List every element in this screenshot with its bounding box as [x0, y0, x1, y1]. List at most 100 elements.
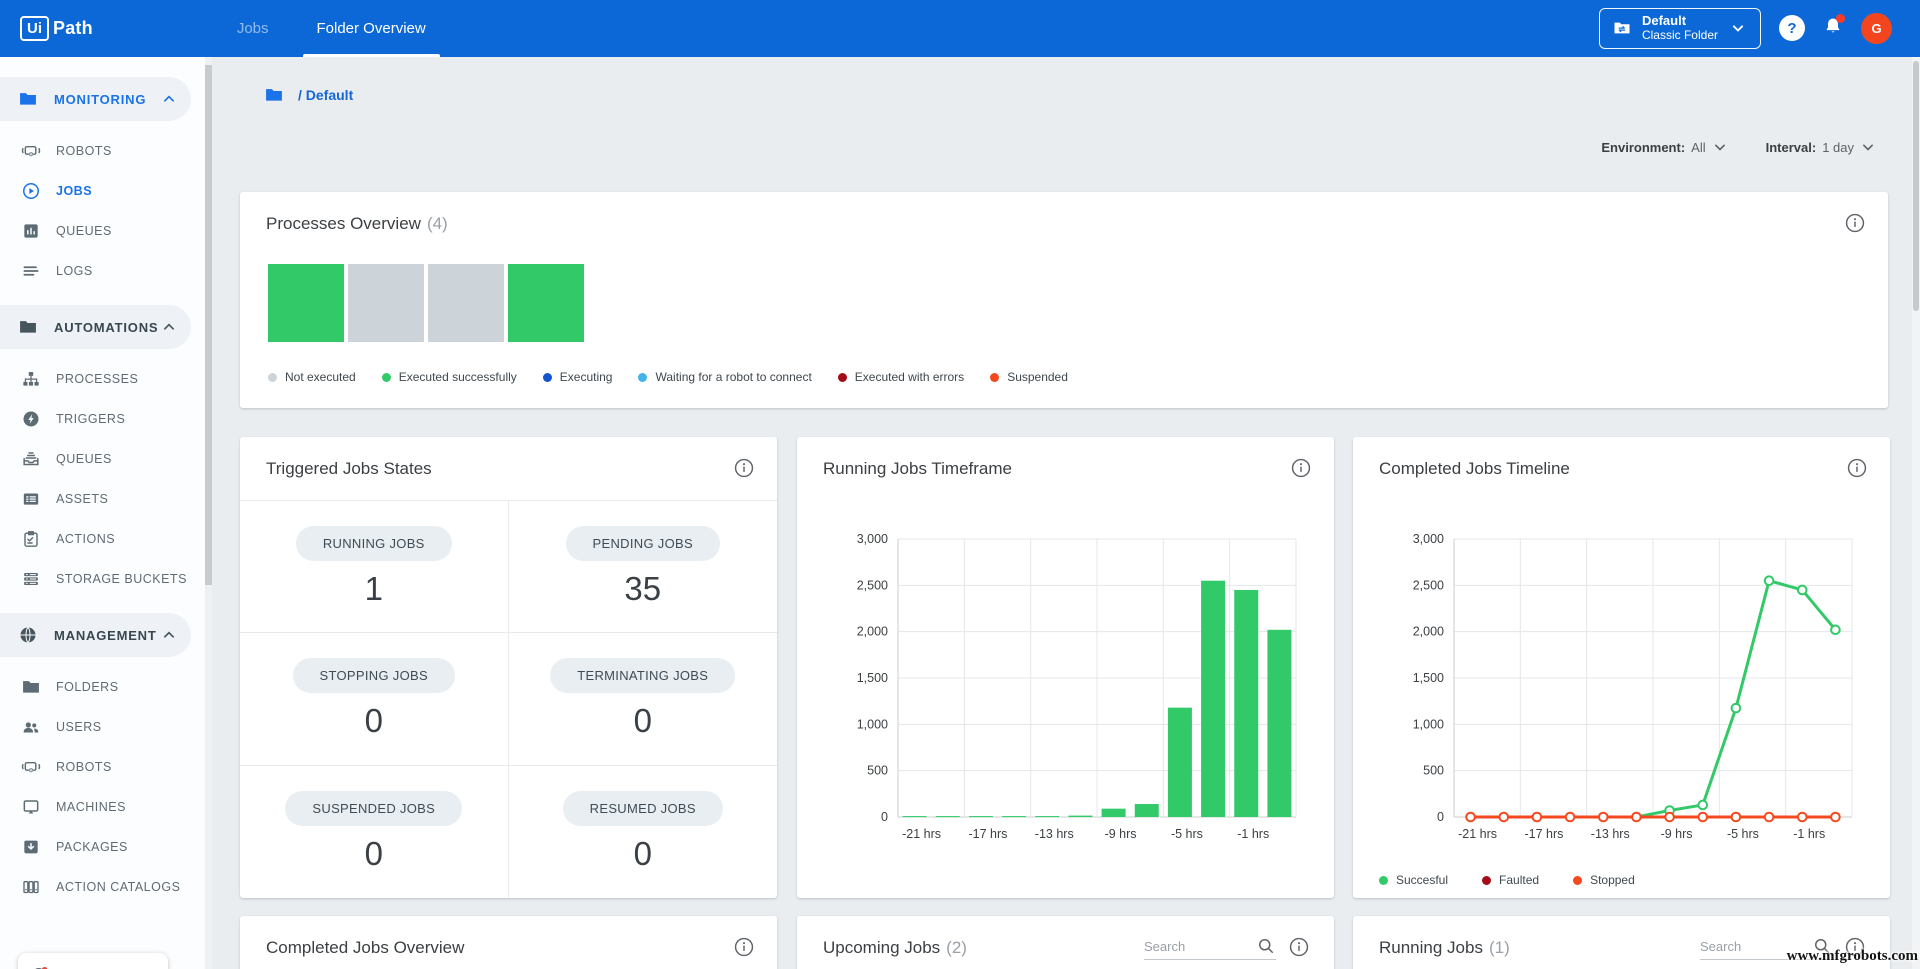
- svg-text:500: 500: [867, 764, 888, 778]
- completed-jobs-timeline-card: Completed Jobs Timeline 05001,0001,5002,…: [1353, 437, 1890, 898]
- job-states-grid: RUNNING JOBS1PENDING JOBS35STOPPING JOBS…: [240, 501, 777, 898]
- sidebar-item-storage-buckets[interactable]: STORAGE BUCKETS: [0, 559, 205, 599]
- upcoming-jobs-search: [1144, 936, 1276, 960]
- job-state-pill: RUNNING JOBS: [296, 526, 452, 561]
- sidebar-item-folders[interactable]: FOLDERS: [0, 667, 205, 707]
- info-icon[interactable]: [1846, 457, 1868, 479]
- sidebar-item-logs[interactable]: LOGS: [0, 251, 205, 291]
- sidebar-item-label: JOBS: [56, 184, 92, 198]
- environment-filter[interactable]: Environment: All: [1601, 137, 1729, 157]
- top-navigation-bar: Ui Path Jobs Folder Overview Default Cla…: [0, 0, 1920, 57]
- info-icon[interactable]: [1288, 936, 1310, 958]
- job-state-pill: PENDING JOBS: [566, 526, 720, 561]
- search-icon[interactable]: [1256, 936, 1276, 956]
- timeline-legend-item-stopped: Stopped: [1573, 873, 1635, 887]
- job-state-pill: RESUMED JOBS: [563, 791, 723, 826]
- breadcrumb[interactable]: / Default: [264, 85, 353, 105]
- process-segment-executed-successfully[interactable]: [508, 264, 584, 342]
- sidebar-item-label: PROCESSES: [56, 372, 138, 386]
- interval-filter[interactable]: Interval: 1 day: [1766, 137, 1878, 157]
- process-segment-not-executed[interactable]: [348, 264, 424, 342]
- svg-text:500: 500: [1423, 764, 1444, 778]
- processes-overview-title: Processes Overview: [266, 214, 421, 234]
- svg-text:-9 hrs: -9 hrs: [1105, 827, 1137, 841]
- legend-label: Not executed: [285, 370, 356, 384]
- legend-label: Suspended: [1007, 370, 1068, 384]
- svg-text:-17 hrs: -17 hrs: [1524, 827, 1563, 841]
- running-jobs-bar-chart: 05001,0001,5002,0002,5003,000-21 hrs-17 …: [797, 497, 1334, 897]
- sidebar-item-packages[interactable]: PACKAGES: [0, 827, 205, 867]
- main-content: / Default Environment: All Interval: 1 d…: [212, 57, 1912, 969]
- packages-icon: [21, 837, 41, 857]
- legend-dot: [382, 373, 391, 382]
- sidebar-item-robots[interactable]: ROBOTS: [0, 747, 205, 787]
- sidebar-item-label: STORAGE BUCKETS: [56, 572, 187, 586]
- job-state-value: 0: [365, 835, 383, 873]
- sidebar-section-management[interactable]: MANAGEMENT: [0, 613, 191, 657]
- svg-text:-21 hrs: -21 hrs: [1458, 827, 1497, 841]
- globe-icon: [18, 625, 38, 645]
- uipath-logo: Ui Path: [20, 16, 93, 41]
- sidebar-item-action-catalogs[interactable]: ACTION CATALOGS: [0, 867, 205, 907]
- folder-switch-icon: [1612, 18, 1632, 38]
- tab-folder-overview[interactable]: Folder Overview: [293, 0, 450, 57]
- sidebar-item-machines[interactable]: MACHINES: [0, 787, 205, 827]
- legend-dot: [543, 373, 552, 382]
- legend-dot: [990, 373, 999, 382]
- completed-jobs-line-chart: 05001,0001,5002,0002,5003,000-21 hrs-17 …: [1353, 497, 1890, 897]
- sidebar-item-assets[interactable]: ASSETS: [0, 479, 205, 519]
- notification-badge: [1836, 14, 1845, 23]
- notifications-button[interactable]: [1823, 16, 1843, 41]
- job-state-value: 0: [634, 702, 652, 740]
- svg-text:1,000: 1,000: [1413, 717, 1444, 731]
- legend-dot: [638, 373, 647, 382]
- legend-item-not-executed: Not executed: [268, 370, 356, 384]
- robots-icon: [21, 141, 41, 161]
- language-selector[interactable]: English—: [18, 953, 168, 969]
- sidebar-section-label: MANAGEMENT: [54, 628, 157, 643]
- folder-switcher-button[interactable]: Default Classic Folder: [1599, 8, 1761, 49]
- job-state-cell-resumed-jobs: RESUMED JOBS0: [509, 766, 778, 898]
- page-scrollbar-thumb[interactable]: [1913, 61, 1919, 311]
- chevron-down-icon: [1728, 18, 1748, 38]
- sidebar-item-users[interactable]: USERS: [0, 707, 205, 747]
- upcoming-jobs-card: Upcoming Jobs (2): [797, 916, 1334, 969]
- info-icon[interactable]: [1844, 212, 1866, 234]
- sidebar-item-actions[interactable]: ACTIONS: [0, 519, 205, 559]
- sidebar-item-queues[interactable]: QUEUES: [0, 439, 205, 479]
- info-icon[interactable]: [733, 457, 755, 479]
- process-segment-not-executed[interactable]: [428, 264, 504, 342]
- sidebar-section-automations[interactable]: AUTOMATIONS: [0, 305, 191, 349]
- search-input[interactable]: [1144, 939, 1256, 954]
- info-icon[interactable]: [1290, 457, 1312, 479]
- sidebar-section-monitoring[interactable]: MONITORING: [0, 77, 191, 121]
- process-status-legend: Not executedExecuted successfullyExecuti…: [268, 370, 1068, 384]
- sidebar-scrollbar-thumb[interactable]: [205, 65, 212, 585]
- sidebar-section-label: AUTOMATIONS: [54, 320, 158, 335]
- job-state-pill: SUSPENDED JOBS: [285, 791, 462, 826]
- job-state-pill: STOPPING JOBS: [293, 658, 455, 693]
- sidebar-item-processes[interactable]: PROCESSES: [0, 359, 205, 399]
- sidebar-scrollbar: [205, 57, 212, 969]
- svg-text:0: 0: [881, 810, 888, 824]
- actions-icon: [21, 529, 41, 549]
- processes-overview-count: (4): [427, 214, 448, 234]
- svg-text:2,000: 2,000: [1413, 625, 1444, 639]
- environment-filter-value: All: [1691, 140, 1705, 155]
- sidebar-item-robots[interactable]: ROBOTS: [0, 131, 205, 171]
- legend-label: Waiting for a robot to connect: [655, 370, 811, 384]
- folder-icon: [18, 317, 38, 337]
- legend-label: Stopped: [1590, 873, 1635, 887]
- tab-jobs[interactable]: Jobs: [213, 0, 293, 57]
- sidebar-item-triggers[interactable]: TRIGGERS: [0, 399, 205, 439]
- sidebar-item-queues[interactable]: QUEUES: [0, 211, 205, 251]
- sidebar-item-jobs[interactable]: JOBS: [0, 171, 205, 211]
- help-button[interactable]: ?: [1779, 15, 1805, 41]
- job-state-cell-stopping-jobs: STOPPING JOBS0: [240, 633, 509, 765]
- info-icon[interactable]: [733, 936, 755, 958]
- process-segment-executed-successfully[interactable]: [268, 264, 344, 342]
- process-status-bar: [268, 264, 584, 342]
- triggered-jobs-states-card: Triggered Jobs States RUNNING JOBS1PENDI…: [240, 437, 777, 898]
- sidebar-item-label: ROBOTS: [56, 760, 112, 774]
- user-avatar[interactable]: G: [1861, 13, 1892, 44]
